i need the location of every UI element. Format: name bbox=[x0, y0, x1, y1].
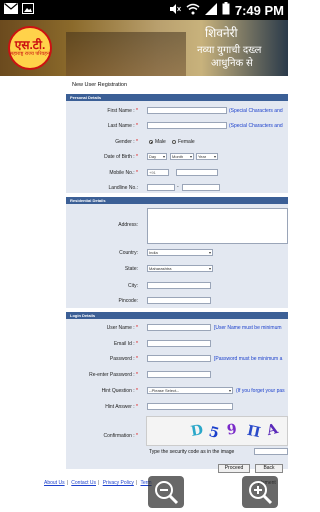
first-name-note: (Special Characters and bbox=[229, 108, 283, 114]
gender-male-radio[interactable] bbox=[149, 140, 153, 144]
header-tagline-2: आधुनिक से bbox=[211, 58, 253, 69]
username-note: [User Name must be minimum bbox=[214, 325, 282, 331]
mobile-label: Mobile No.: * bbox=[109, 170, 138, 176]
zoom-out-button[interactable] bbox=[148, 476, 184, 508]
about-us-link[interactable]: About Us bbox=[44, 480, 65, 486]
zoom-out-icon bbox=[155, 481, 179, 505]
personal-details-body bbox=[66, 101, 288, 193]
privacy-policy-link[interactable]: Privacy Policy bbox=[103, 480, 134, 486]
section-personal-details: Personal Details bbox=[66, 94, 288, 101]
country-select[interactable]: India bbox=[147, 249, 213, 256]
first-name-label: First Name : * bbox=[107, 108, 138, 114]
reenter-password-input[interactable] bbox=[147, 371, 211, 378]
status-bar: 7:49 PM bbox=[0, 0, 288, 20]
mobile-number-input[interactable] bbox=[176, 169, 218, 176]
captcha-input[interactable] bbox=[254, 448, 288, 455]
landline-dash: - bbox=[177, 184, 179, 190]
gender-female-radio[interactable] bbox=[172, 140, 176, 144]
site-header: एस.टी. महाराष्ट्र राज्य परिवहन शिवनेरी न… bbox=[0, 20, 288, 76]
signal-icon bbox=[204, 2, 217, 18]
bus-banner-image bbox=[66, 32, 186, 76]
mobile-prefix-input[interactable]: +91 bbox=[147, 169, 169, 176]
zoom-in-icon bbox=[249, 481, 273, 505]
gender-label: Gender : * bbox=[115, 139, 138, 145]
hint-question-select[interactable]: --Please Select-- bbox=[147, 387, 233, 394]
back-button[interactable]: Back bbox=[255, 464, 283, 473]
dob-year-select[interactable]: Year bbox=[196, 153, 218, 160]
username-label: User Name : * bbox=[106, 325, 138, 331]
section-login-details: Login Details bbox=[66, 312, 288, 319]
gender-female-label: Female bbox=[178, 139, 195, 145]
wifi-icon bbox=[186, 3, 200, 18]
hint-answer-label: Hint Answer : * bbox=[105, 404, 138, 410]
landline-std-input[interactable] bbox=[147, 184, 175, 191]
notification-icons bbox=[4, 3, 34, 17]
header-tagline: नव्या युगाची दख्ल bbox=[197, 45, 262, 56]
username-input[interactable] bbox=[147, 324, 211, 331]
battery-icon bbox=[222, 2, 230, 18]
hint-question-note: (If you forget your pas bbox=[236, 388, 285, 394]
reenter-password-label: Re-enter Password : * bbox=[89, 372, 138, 378]
email-label: Email Id : * bbox=[113, 341, 138, 347]
hint-answer-input[interactable] bbox=[147, 403, 233, 410]
password-input[interactable] bbox=[147, 355, 211, 362]
country-label: Country: bbox=[119, 250, 138, 256]
password-label: Password : * bbox=[109, 356, 138, 362]
last-name-label: Last Name : * bbox=[107, 123, 138, 129]
city-label: City: bbox=[128, 283, 138, 289]
dob-day-select[interactable]: Day bbox=[147, 153, 167, 160]
first-name-input[interactable] bbox=[147, 107, 227, 114]
hint-question-label: Hint Question : * bbox=[101, 388, 138, 394]
clock: 7:49 PM bbox=[234, 2, 284, 18]
contact-us-link[interactable]: Contact Us bbox=[71, 480, 96, 486]
email-input[interactable] bbox=[147, 340, 211, 347]
landline-number-input[interactable] bbox=[182, 184, 220, 191]
zoom-in-button[interactable] bbox=[242, 476, 278, 508]
dob-month-select[interactable]: Month bbox=[170, 153, 194, 160]
gender-male-label: Male bbox=[155, 139, 166, 145]
last-name-note: (Special Characters and bbox=[229, 123, 283, 129]
section-residential-details: Residential Details bbox=[66, 197, 288, 204]
password-note: [Password must be minimum a bbox=[214, 356, 283, 362]
address-label: Address: bbox=[118, 222, 138, 228]
email-notification-icon bbox=[4, 3, 18, 17]
page-title: New User Registration bbox=[72, 82, 128, 88]
state-label: State: bbox=[124, 266, 138, 272]
captcha-prompt: Type the security code as in the image bbox=[149, 449, 235, 455]
last-name-input[interactable] bbox=[147, 122, 227, 129]
mute-icon bbox=[169, 3, 181, 18]
confirmation-label: Confirmation : * bbox=[103, 433, 138, 439]
pincode-input[interactable] bbox=[147, 297, 211, 304]
state-select[interactable]: Maharashtra bbox=[147, 265, 213, 272]
captcha-image: D 5 9 П A bbox=[146, 416, 288, 446]
landline-label: Landline No.: bbox=[108, 185, 138, 191]
header-title: शिवनेरी bbox=[205, 26, 238, 40]
city-input[interactable] bbox=[147, 282, 211, 289]
proceed-button[interactable]: Proceed bbox=[218, 464, 250, 473]
image-notification-icon bbox=[22, 3, 34, 17]
dob-label: Date of Birth : * bbox=[104, 154, 138, 160]
address-textarea[interactable] bbox=[147, 208, 288, 244]
msrtc-logo: एस.टी. महाराष्ट्र राज्य परिवहन bbox=[8, 26, 52, 70]
pincode-label: Pincode: bbox=[118, 298, 138, 304]
